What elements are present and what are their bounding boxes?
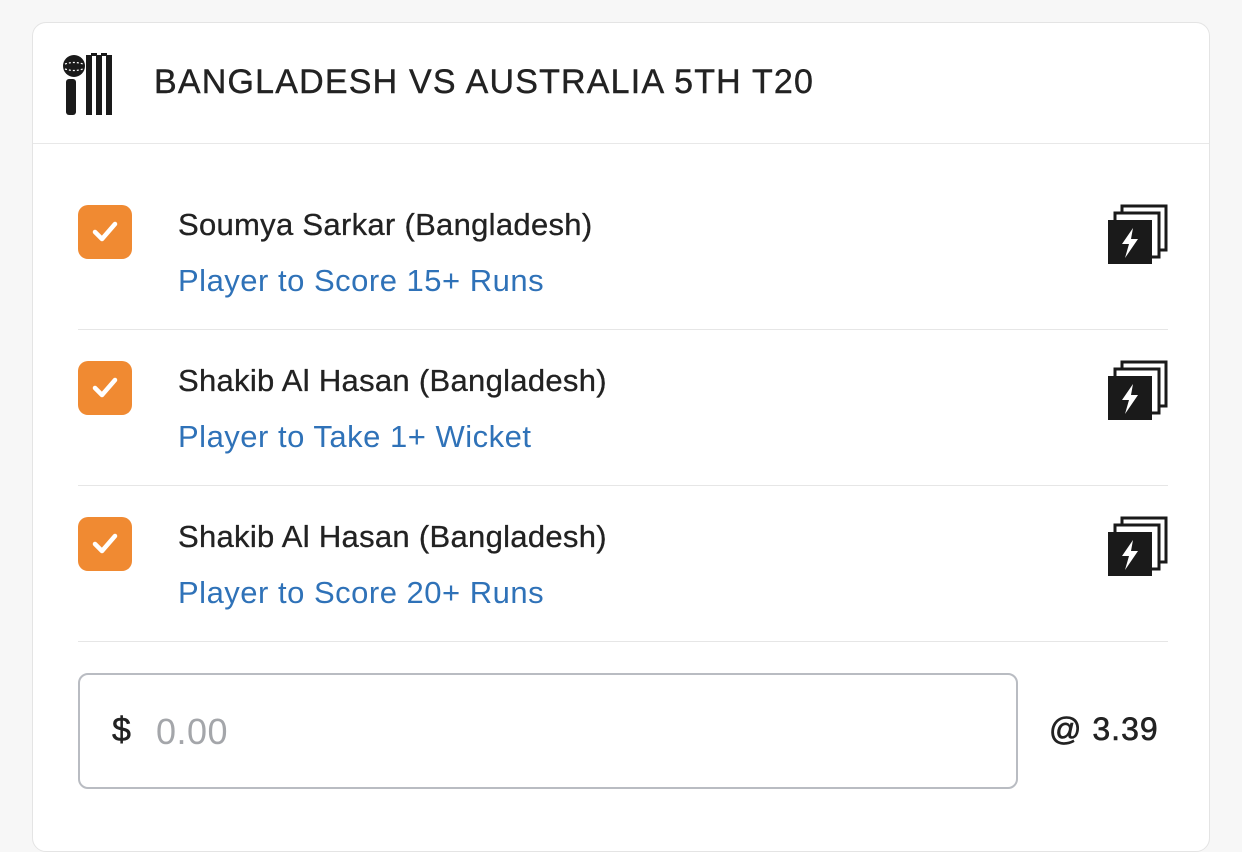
bet-slip-card: BANGLADESH VS AUSTRALIA 5TH T20 Soumya S… <box>32 22 1210 852</box>
same-game-multi-icon[interactable] <box>1106 516 1168 578</box>
same-game-multi-icon[interactable] <box>1106 204 1168 266</box>
same-game-multi-icon[interactable] <box>1106 360 1168 422</box>
checkmark-icon <box>92 221 118 242</box>
cricket-bat-ball-icon <box>63 53 112 115</box>
match-header: BANGLADESH VS AUSTRALIA 5TH T20 <box>33 23 1209 144</box>
stake-input[interactable] <box>154 701 978 763</box>
currency-symbol: $ <box>112 711 131 750</box>
leg-market-link[interactable]: Player to Score 15+ Runs <box>178 263 544 299</box>
leg-checkbox[interactable] <box>78 205 132 259</box>
leg-market-link[interactable]: Player to Score 20+ Runs <box>178 575 544 611</box>
bet-leg: Shakib Al Hasan (Bangladesh) Player to T… <box>78 330 1168 486</box>
bet-leg: Shakib Al Hasan (Bangladesh) Player to S… <box>78 486 1168 642</box>
leg-market-link[interactable]: Player to Take 1+ Wicket <box>178 419 531 455</box>
checkmark-icon <box>92 533 118 554</box>
combined-odds: @ 3.39 <box>1049 711 1159 748</box>
checkmark-icon <box>92 377 118 398</box>
leg-player-name: Soumya Sarkar (Bangladesh) <box>178 207 593 242</box>
leg-checkbox[interactable] <box>78 517 132 571</box>
leg-player-name: Shakib Al Hasan (Bangladesh) <box>178 519 607 554</box>
stake-field[interactable]: $ <box>78 673 1018 789</box>
match-title: BANGLADESH VS AUSTRALIA 5TH T20 <box>154 63 815 101</box>
leg-checkbox[interactable] <box>78 361 132 415</box>
bet-leg: Soumya Sarkar (Bangladesh) Player to Sco… <box>78 174 1168 330</box>
leg-player-name: Shakib Al Hasan (Bangladesh) <box>178 363 607 398</box>
